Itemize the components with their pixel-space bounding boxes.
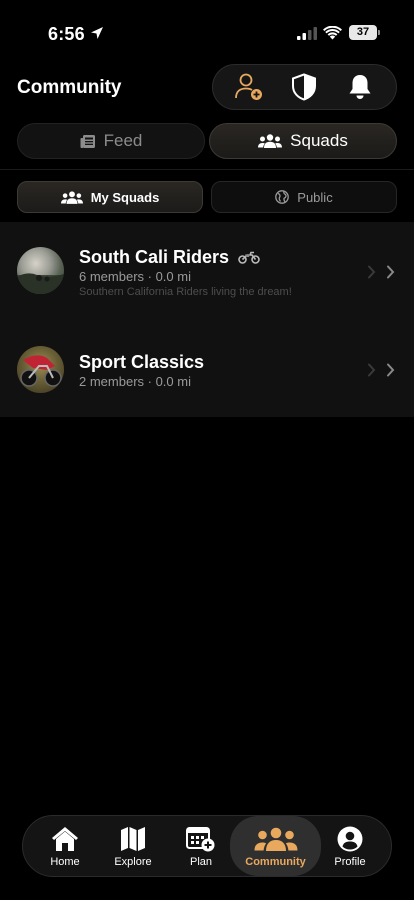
notifications-button[interactable]: [340, 67, 380, 107]
squad-photo: [17, 273, 64, 294]
wifi-icon: [323, 26, 342, 40]
subtab-public-label: Public: [297, 189, 333, 205]
globe-icon: [275, 190, 290, 204]
chevron-right-icon[interactable]: [386, 265, 395, 279]
chevron-right-icon: [368, 265, 376, 279]
safety-button[interactable]: [284, 67, 324, 107]
chevron-right-icon[interactable]: [386, 363, 395, 377]
squad-row-south-cali-riders[interactable]: South Cali Riders 6 members · 0.0 mi Sou…: [0, 222, 414, 322]
status-time: 6:56: [48, 24, 85, 44]
nav-home[interactable]: Home: [35, 816, 95, 876]
squad-list: South Cali Riders 6 members · 0.0 mi Sou…: [0, 222, 414, 417]
squad-row-sport-classics[interactable]: Sport Classics 2 members · 0.0 mi: [0, 322, 414, 422]
add-person-icon: [234, 73, 262, 100]
tab-squads-label: Squads: [290, 131, 348, 150]
subtab-public[interactable]: Public: [211, 181, 397, 213]
house-icon: [52, 826, 78, 851]
people-icon: [60, 190, 83, 204]
main-tabs: Feed Squads: [17, 123, 397, 159]
header-actions: [212, 64, 397, 110]
nav-profile-label: Profile: [334, 855, 366, 868]
squad-description: Southern California Riders living the dr…: [79, 286, 292, 298]
nav-plan-label: Plan: [189, 855, 213, 868]
nav-explore-label: Explore: [114, 855, 152, 868]
location-arrow-icon: [91, 27, 103, 39]
bell-icon: [349, 75, 371, 99]
nav-plan[interactable]: Plan: [171, 816, 231, 876]
motorcycle-icon: [238, 251, 260, 264]
squad-avatar: [17, 247, 64, 294]
calendar-plus-icon: [186, 826, 215, 851]
nav-community-label: Community: [245, 855, 306, 868]
nav-profile[interactable]: Profile: [320, 816, 380, 876]
newspaper-icon: [80, 134, 95, 148]
map-icon: [121, 826, 145, 851]
nav-home-label: Home: [50, 855, 80, 868]
tab-squads[interactable]: Squads: [209, 123, 397, 159]
squad-name-text: South Cali Riders: [79, 247, 230, 267]
squad-photo: [17, 346, 64, 393]
person-circle-icon: [337, 826, 363, 851]
squad-name: South Cali Riders: [79, 247, 260, 268]
squad-name: Sport Classics: [79, 352, 205, 372]
add-friend-button[interactable]: [229, 67, 269, 107]
battery-indicator: 37: [349, 25, 377, 40]
subtab-my-squads-label: My Squads: [90, 189, 160, 205]
subtab-my-squads[interactable]: My Squads: [17, 181, 203, 213]
shield-icon: [292, 73, 317, 101]
people-icon: [254, 827, 297, 851]
tab-feed-label: Feed: [103, 131, 143, 150]
cellular-signal-icon: [297, 27, 317, 40]
chevron-right-icon: [368, 363, 376, 377]
divider: [0, 169, 414, 170]
people-icon: [258, 134, 283, 148]
bottom-nav: Home Explore Plan Community Profile: [22, 815, 392, 877]
nav-community[interactable]: Community: [230, 816, 321, 876]
battery-nub: [378, 30, 380, 35]
status-bar: 6:56 37: [0, 0, 414, 54]
tab-feed[interactable]: Feed: [17, 123, 205, 159]
nav-explore[interactable]: Explore: [103, 816, 163, 876]
squad-meta: 6 members · 0.0 mi: [79, 269, 191, 284]
squad-meta: 2 members · 0.0 mi: [79, 374, 191, 389]
squad-avatar: [17, 346, 64, 393]
page-title: Community: [17, 77, 122, 98]
